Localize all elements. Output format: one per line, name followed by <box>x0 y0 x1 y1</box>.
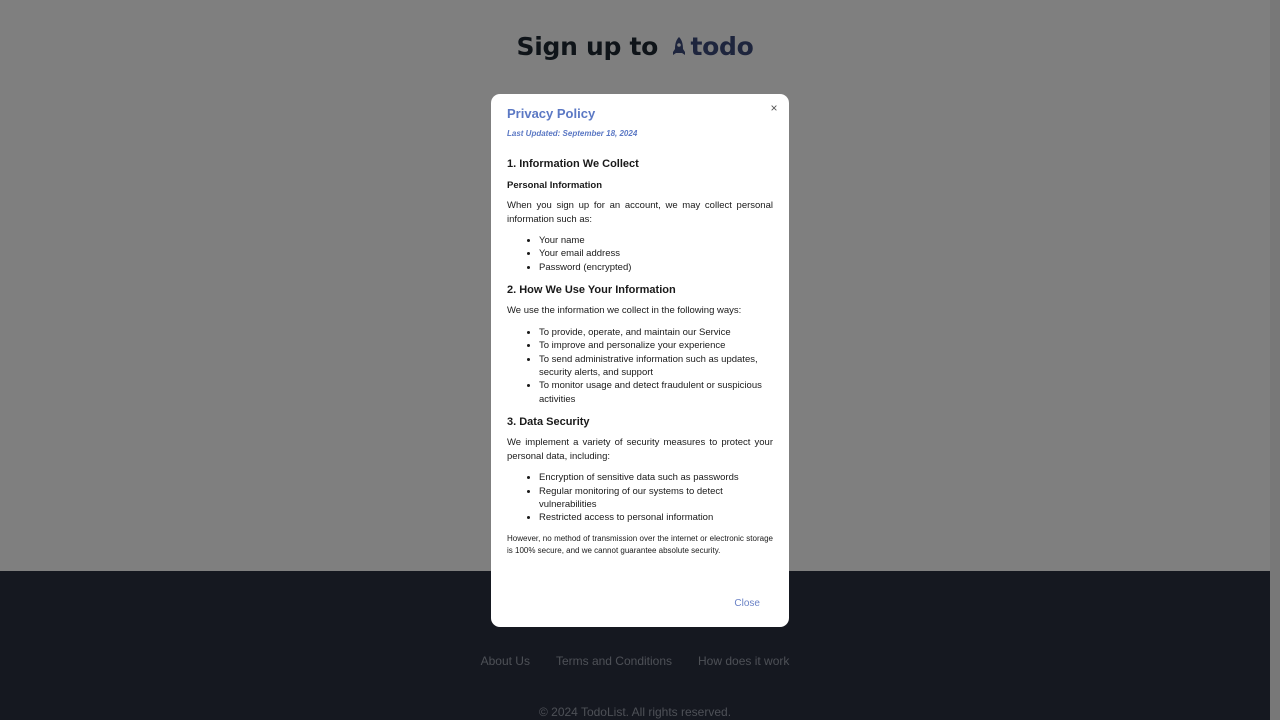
section-text: We implement a variety of security measu… <box>507 437 773 462</box>
modal-title: Privacy Policy <box>507 106 596 121</box>
section-subheading: Personal Information <box>507 180 603 191</box>
list-item: To monitor usage and detect fraudulent o… <box>539 379 773 406</box>
section-text: We use the information we collect in the… <box>507 305 742 317</box>
list-item: Password (encrypted) <box>539 261 773 274</box>
bullet-list: To provide, operate, and maintain our Se… <box>507 326 773 406</box>
privacy-policy-modal: × Privacy Policy Last Updated: September… <box>491 94 789 627</box>
security-note: However, no method of transmission over … <box>507 533 773 555</box>
list-item: Your name <box>539 234 773 247</box>
bullet-list: Your name Your email address Password (e… <box>507 234 773 274</box>
last-updated: Last Updated: September 18, 2024 <box>507 129 638 138</box>
close-icon[interactable]: × <box>767 101 781 115</box>
list-item: To send administrative information such … <box>539 353 773 380</box>
section-heading: 1. Information We Collect <box>507 158 639 170</box>
section-heading: 2. How We Use Your Information <box>507 284 676 297</box>
list-item: Encryption of sensitive data such as pas… <box>539 471 773 484</box>
list-item: To improve and personalize your experien… <box>539 339 773 352</box>
list-item: Restricted access to personal informatio… <box>539 511 773 524</box>
close-button[interactable]: Close <box>734 598 760 609</box>
list-item: Your email address <box>539 247 773 260</box>
section-heading: 3. Data Security <box>507 416 590 429</box>
list-item: Regular monitoring of our systems to det… <box>539 485 773 512</box>
section-text: When you sign up for an account, we may … <box>507 200 773 225</box>
bullet-list: Encryption of sensitive data such as pas… <box>507 471 773 525</box>
list-item: To provide, operate, and maintain our Se… <box>539 326 773 339</box>
